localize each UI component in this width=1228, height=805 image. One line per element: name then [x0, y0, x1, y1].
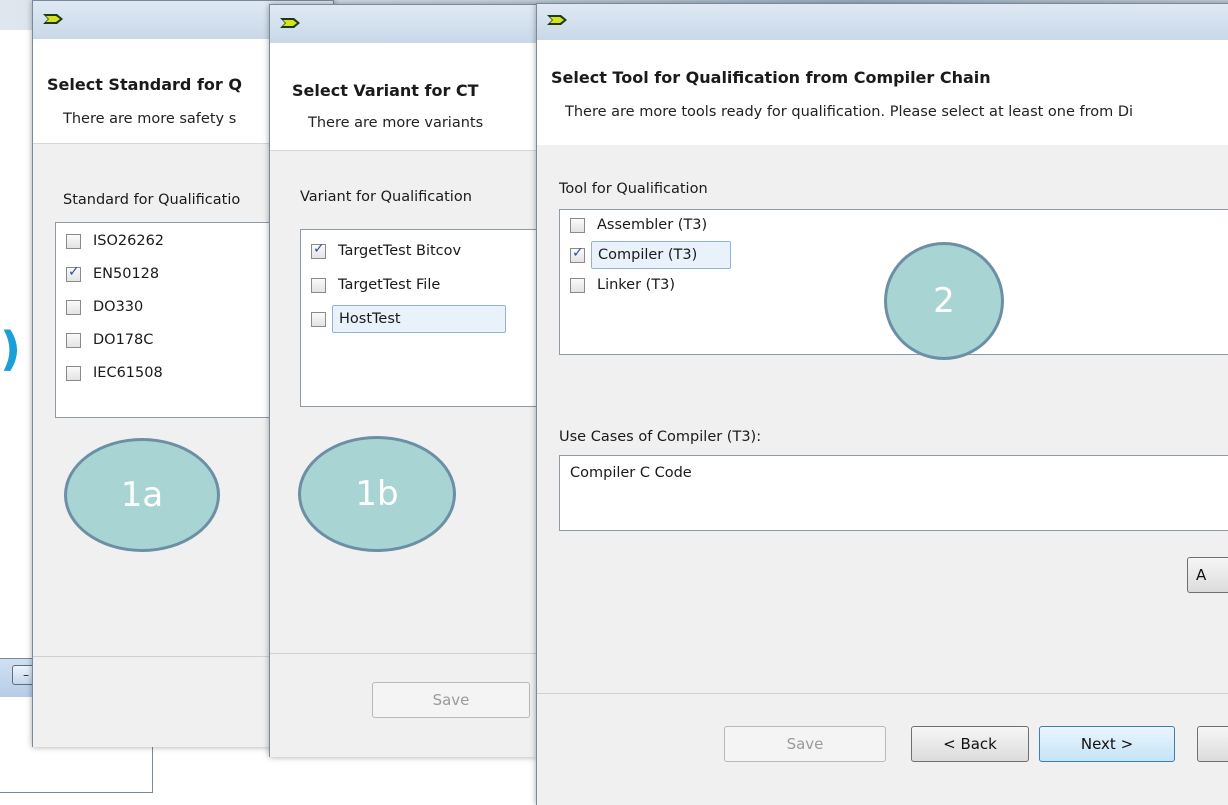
dialog-subtitle: There are more variants: [308, 115, 484, 131]
stray-parenthesis: ): [0, 322, 22, 376]
dialog-header: Select Tool for Qualification from Compi…: [537, 40, 1228, 146]
dialog-select-tool: Select Tool for Qualification from Compi…: [536, 3, 1228, 805]
list-item-label: EN50128: [93, 266, 160, 282]
dialog-select-variant: Select Variant for CT There are more var…: [269, 4, 538, 757]
save-button[interactable]: Save: [372, 682, 530, 718]
back-button[interactable]: < Back: [911, 726, 1029, 762]
dialog-subtitle: There are more tools ready for qualifica…: [565, 104, 1134, 120]
checkbox[interactable]: [570, 277, 585, 293]
dialog-body: Variant for Qualification TargetTest Bit…: [270, 151, 538, 653]
dialog-titlebar: [537, 4, 1228, 40]
callout-bubble-1b: 1b: [298, 436, 456, 552]
list-item-label: Linker (T3): [597, 277, 676, 293]
list-item-label-selected: HostTest: [332, 305, 506, 333]
save-button[interactable]: Save: [724, 726, 886, 762]
usecase-item: Compiler C Code: [570, 465, 692, 481]
checkbox[interactable]: [311, 277, 326, 293]
app-logo-icon: [280, 18, 300, 28]
list-item[interactable]: TargetTest Bitcov: [311, 240, 461, 262]
dialog-header: Select Variant for CT There are more var…: [270, 43, 536, 151]
dialog-title: Select Tool for Qualification from Compi…: [551, 68, 991, 87]
callout-bubble-1a: 1a: [64, 438, 220, 552]
dialog-subtitle: There are more safety s: [63, 111, 237, 127]
checkbox[interactable]: [570, 217, 585, 233]
app-logo-icon: [547, 15, 567, 25]
dialog-footer: Save: [270, 653, 536, 757]
checkbox[interactable]: [66, 332, 81, 348]
dialog-title: Select Standard for Q: [47, 75, 242, 94]
list-item-label-selected: Compiler (T3): [591, 241, 731, 269]
usecases-box[interactable]: Compiler C Code: [559, 455, 1228, 531]
dialog-title: Select Variant for CT: [292, 81, 479, 100]
checkbox-checked[interactable]: [311, 241, 326, 259]
list-item[interactable]: ISO26262: [66, 230, 164, 252]
usecases-label: Use Cases of Compiler (T3):: [559, 429, 762, 445]
group-label: Variant for Qualification: [300, 189, 472, 205]
dialog-body: Tool for Qualification Assembler (T3) Co…: [537, 145, 1228, 693]
add-button-partial[interactable]: A: [1187, 557, 1228, 593]
checkbox-checked[interactable]: [570, 245, 585, 263]
list-item-label: TargetTest Bitcov: [338, 243, 462, 259]
list-item-label: ISO26262: [93, 233, 165, 249]
list-item-label: Assembler (T3): [597, 217, 708, 233]
cancel-button-partial[interactable]: [1197, 726, 1228, 762]
list-item[interactable]: Compiler (T3): [570, 241, 731, 269]
list-item[interactable]: EN50128: [66, 263, 159, 285]
checkbox-checked[interactable]: [66, 264, 81, 282]
dialog-titlebar: [270, 5, 536, 43]
list-item[interactable]: Linker (T3): [570, 274, 675, 296]
list-item-label: DO178C: [93, 332, 154, 348]
list-item[interactable]: DO330: [66, 296, 143, 318]
list-item[interactable]: DO178C: [66, 329, 153, 351]
list-item[interactable]: TargetTest File: [311, 274, 440, 296]
checkbox[interactable]: [311, 311, 326, 327]
checkbox[interactable]: [66, 365, 81, 381]
list-item-label: TargetTest File: [338, 277, 441, 293]
list-item-label: IEC61508: [93, 365, 163, 381]
variant-list: TargetTest Bitcov TargetTest File HostTe…: [300, 229, 538, 407]
group-label: Tool for Qualification: [559, 181, 708, 197]
list-item[interactable]: IEC61508: [66, 362, 163, 384]
next-button[interactable]: Next >: [1039, 726, 1175, 762]
callout-bubble-2: 2: [884, 242, 1004, 360]
group-label: Standard for Qualificatio: [63, 192, 241, 208]
checkbox[interactable]: [66, 233, 81, 249]
list-item[interactable]: Assembler (T3): [570, 214, 707, 236]
app-logo-icon: [43, 14, 63, 24]
list-item[interactable]: HostTest: [311, 305, 506, 333]
dialog-footer: Save < Back Next >: [537, 693, 1228, 805]
list-item-label: DO330: [93, 299, 144, 315]
checkbox[interactable]: [66, 299, 81, 315]
